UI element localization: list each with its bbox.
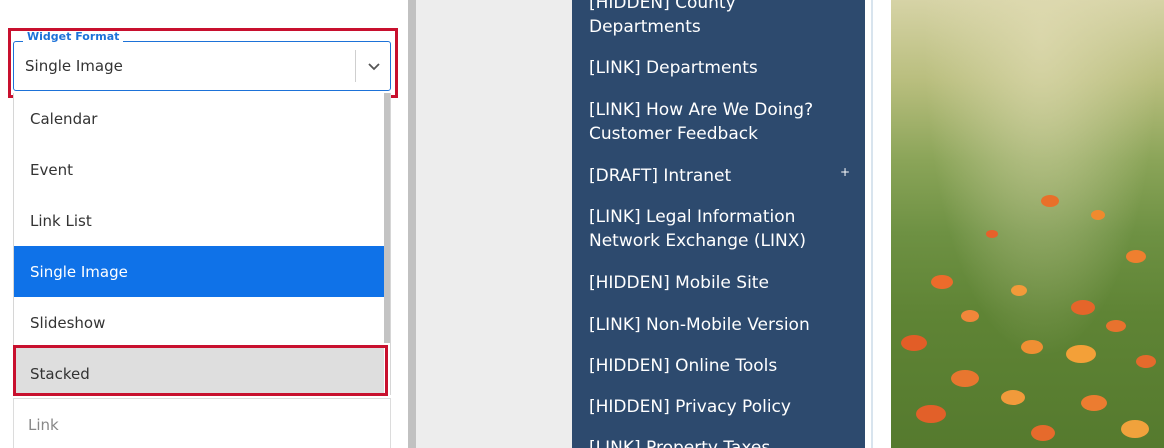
flower-spot bbox=[961, 310, 979, 322]
flower-spot bbox=[1126, 250, 1146, 263]
nav-item[interactable]: [HIDDEN] Online Tools bbox=[589, 354, 839, 378]
preview-divider bbox=[865, 0, 891, 448]
option-label: Calendar bbox=[30, 109, 98, 128]
option-label: Event bbox=[30, 160, 73, 179]
option-slideshow[interactable]: Slideshow bbox=[14, 297, 384, 348]
plus-icon[interactable]: + bbox=[840, 165, 850, 179]
flower-spot bbox=[1081, 395, 1107, 411]
nav-menu: [HIDDEN] County Departments [LINK] Depar… bbox=[572, 0, 865, 448]
nav-item[interactable]: [DRAFT] Intranet bbox=[589, 164, 839, 188]
flower-field-image bbox=[891, 0, 1164, 448]
nav-item-label: [HIDDEN] County Departments bbox=[589, 0, 736, 37]
nav-item-label: [HIDDEN] Online Tools bbox=[589, 356, 778, 376]
preview-divider-line bbox=[871, 0, 873, 448]
option-calendar[interactable]: Calendar bbox=[14, 93, 384, 144]
link-placeholder: Link bbox=[28, 416, 59, 434]
nav-item-label: [HIDDEN] Mobile Site bbox=[589, 273, 769, 293]
option-label: Slideshow bbox=[30, 313, 106, 332]
flower-spot bbox=[916, 405, 946, 423]
preview-gutter bbox=[416, 0, 572, 448]
option-label: Single Image bbox=[30, 262, 128, 281]
flower-spot bbox=[931, 275, 953, 289]
nav-item[interactable]: [HIDDEN] County Departments bbox=[589, 0, 839, 39]
nav-item[interactable]: [LINK] Legal Information Network Exchang… bbox=[589, 205, 839, 253]
nav-item-label: [LINK] Legal Information Network Exchang… bbox=[589, 207, 806, 251]
editor-scrollbar[interactable] bbox=[408, 0, 416, 448]
select-highlight-annotation bbox=[8, 28, 398, 98]
nav-item-label: [LINK] Property Taxes bbox=[589, 438, 771, 448]
flower-spot bbox=[1071, 300, 1095, 315]
nav-item-label: [LINK] Departments bbox=[589, 58, 758, 78]
nav-item[interactable]: [LINK] How Are We Doing? Customer Feedba… bbox=[589, 98, 839, 146]
nav-item[interactable]: [LINK] Non-Mobile Version bbox=[589, 313, 839, 337]
stacked-highlight-annotation bbox=[13, 345, 388, 396]
flower-spot bbox=[1031, 425, 1055, 441]
flower-spot bbox=[1121, 420, 1149, 438]
flower-spot bbox=[1106, 320, 1126, 332]
option-single-image[interactable]: Single Image bbox=[14, 246, 390, 297]
option-link-list[interactable]: Link List bbox=[14, 195, 384, 246]
flower-spot bbox=[986, 230, 998, 238]
dropdown-scrollbar[interactable] bbox=[384, 93, 390, 343]
nav-item-label: [LINK] How Are We Doing? Customer Feedba… bbox=[589, 100, 814, 144]
option-label: Link List bbox=[30, 211, 92, 230]
nav-item[interactable]: [HIDDEN] Privacy Policy bbox=[589, 395, 839, 419]
widget-editor-panel: Single Image Widget Format Calendar Even… bbox=[0, 0, 408, 448]
flower-spot bbox=[1021, 340, 1043, 354]
nav-item-label: [DRAFT] Intranet bbox=[589, 166, 732, 186]
option-event[interactable]: Event bbox=[14, 144, 384, 195]
nav-item[interactable]: [HIDDEN] Mobile Site bbox=[589, 271, 839, 295]
nav-item-label: [HIDDEN] Privacy Policy bbox=[589, 397, 791, 417]
nav-item-label: [LINK] Non-Mobile Version bbox=[589, 315, 810, 335]
flower-spot bbox=[951, 370, 979, 387]
flower-spot bbox=[1091, 210, 1105, 220]
link-field[interactable]: Link bbox=[13, 398, 391, 448]
nav-item[interactable]: [LINK] Departments bbox=[589, 56, 839, 80]
flower-spot bbox=[1041, 195, 1059, 207]
nav-item[interactable]: [LINK] Property Taxes bbox=[589, 436, 839, 448]
flower-spot bbox=[901, 335, 927, 351]
flower-spot bbox=[1066, 345, 1096, 363]
flower-spot bbox=[1001, 390, 1025, 405]
flower-spot bbox=[1136, 355, 1156, 368]
flower-spot bbox=[1011, 285, 1027, 296]
